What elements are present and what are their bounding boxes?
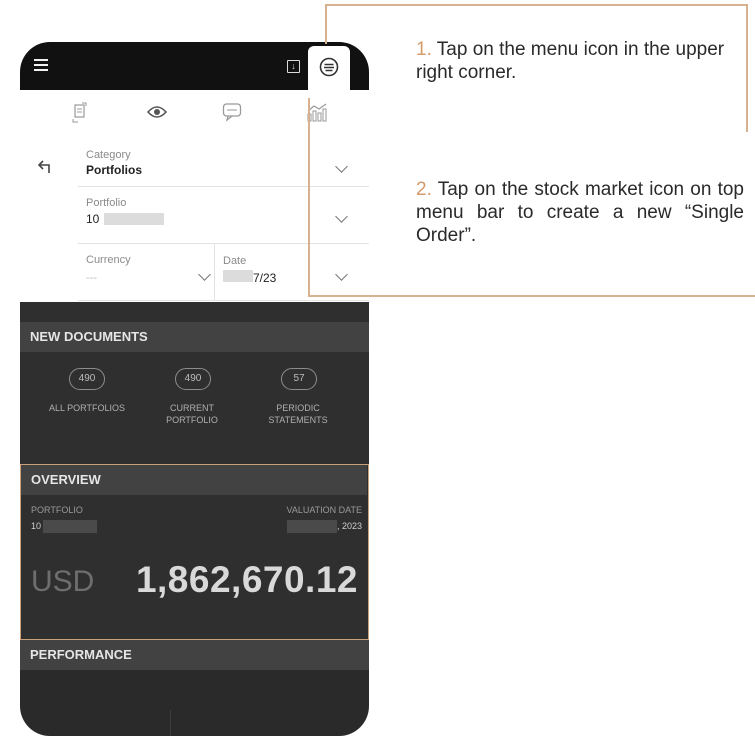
instruction-step-2: 2. Tap on the stock market icon on top m…: [416, 178, 744, 247]
callout-line: [325, 4, 327, 44]
chat-icon[interactable]: [222, 102, 242, 122]
transfer-document-icon[interactable]: [72, 102, 88, 124]
currency-select[interactable]: Currency ---: [78, 244, 215, 301]
top-menu-bar: [20, 90, 369, 136]
chart-gridline: [170, 710, 171, 736]
periodic-statements-label: PERIODIC STATEMENTS: [268, 403, 328, 425]
date-value: 7/23: [253, 271, 277, 285]
portfolio-value: 10: [86, 212, 100, 226]
category-select[interactable]: Category Portfolios: [78, 136, 369, 187]
valuation-date-value: , 2023: [336, 521, 362, 531]
total-amount: 1,862,670.12: [135, 559, 358, 600]
section-title: NEW DOCUMENTS: [20, 322, 369, 352]
section-title: OVERVIEW: [21, 465, 367, 495]
step-number: 2.: [416, 179, 432, 200]
chevron-down-icon: [335, 268, 348, 281]
callout-line: [308, 98, 310, 295]
redacted-block: [287, 520, 337, 533]
valuation-date-caption: VALUATION DATE: [286, 505, 362, 515]
download-icon[interactable]: ↓: [287, 60, 300, 73]
performance-section: PERFORMANCE: [20, 640, 369, 736]
redacted-block: [43, 520, 97, 533]
currency-code: USD: [31, 565, 95, 598]
all-portfolios-count[interactable]: 490: [69, 368, 105, 390]
phone-screen: ↓ Category Portfolios Portfolio 10 Curre…: [20, 42, 369, 736]
redacted-block: [223, 270, 253, 282]
redacted-block: [104, 213, 164, 225]
menu-circle-icon: [319, 57, 339, 77]
category-value: Portfolios: [86, 163, 142, 177]
chevron-down-icon: [198, 268, 211, 281]
current-portfolio-count[interactable]: 490: [175, 368, 211, 390]
portfolio-label: Portfolio: [86, 197, 127, 209]
portfolio-select[interactable]: Portfolio 10: [78, 187, 369, 244]
periodic-statements-count[interactable]: 57: [281, 368, 317, 390]
step-text: Tap on the stock market icon on top menu…: [416, 179, 744, 246]
section-title: PERFORMANCE: [20, 640, 369, 670]
instruction-step-1: 1. Tap on the menu icon in the upper rig…: [416, 38, 744, 84]
category-label: Category: [86, 149, 131, 161]
step-number: 1.: [416, 39, 432, 60]
date-select[interactable]: Date 7/23: [215, 244, 369, 301]
callout-line: [308, 295, 755, 297]
current-portfolio-label: CURRENT PORTFOLIO: [166, 403, 218, 425]
portfolio-number: 10: [31, 521, 42, 531]
date-label: Date: [223, 255, 247, 267]
step-text: Tap on the menu icon in the upper right …: [416, 39, 725, 83]
callout-line: [746, 4, 748, 132]
hamburger-menu-icon[interactable]: [34, 59, 48, 74]
all-portfolios-label: ALL PORTFOLIOS: [48, 403, 126, 413]
overview-section: OVERVIEW PORTFOLIO 10 VALUATION DATE , 2…: [20, 464, 369, 640]
currency-label: Currency: [86, 254, 131, 266]
menu-button[interactable]: [308, 46, 350, 92]
new-documents-section: NEW DOCUMENTS 490 ALL PORTFOLIOS 490 CUR…: [20, 302, 369, 464]
currency-value: ---: [86, 272, 97, 284]
chevron-down-icon: [335, 160, 348, 173]
eye-icon[interactable]: [147, 105, 167, 119]
filter-form: Category Portfolios Portfolio 10 Currenc…: [20, 136, 369, 302]
callout-line: [325, 4, 748, 6]
top-bar: ↓: [20, 42, 369, 92]
portfolio-caption: PORTFOLIO: [31, 505, 83, 515]
chevron-down-icon: [335, 210, 348, 223]
back-arrow-icon[interactable]: [38, 160, 54, 174]
